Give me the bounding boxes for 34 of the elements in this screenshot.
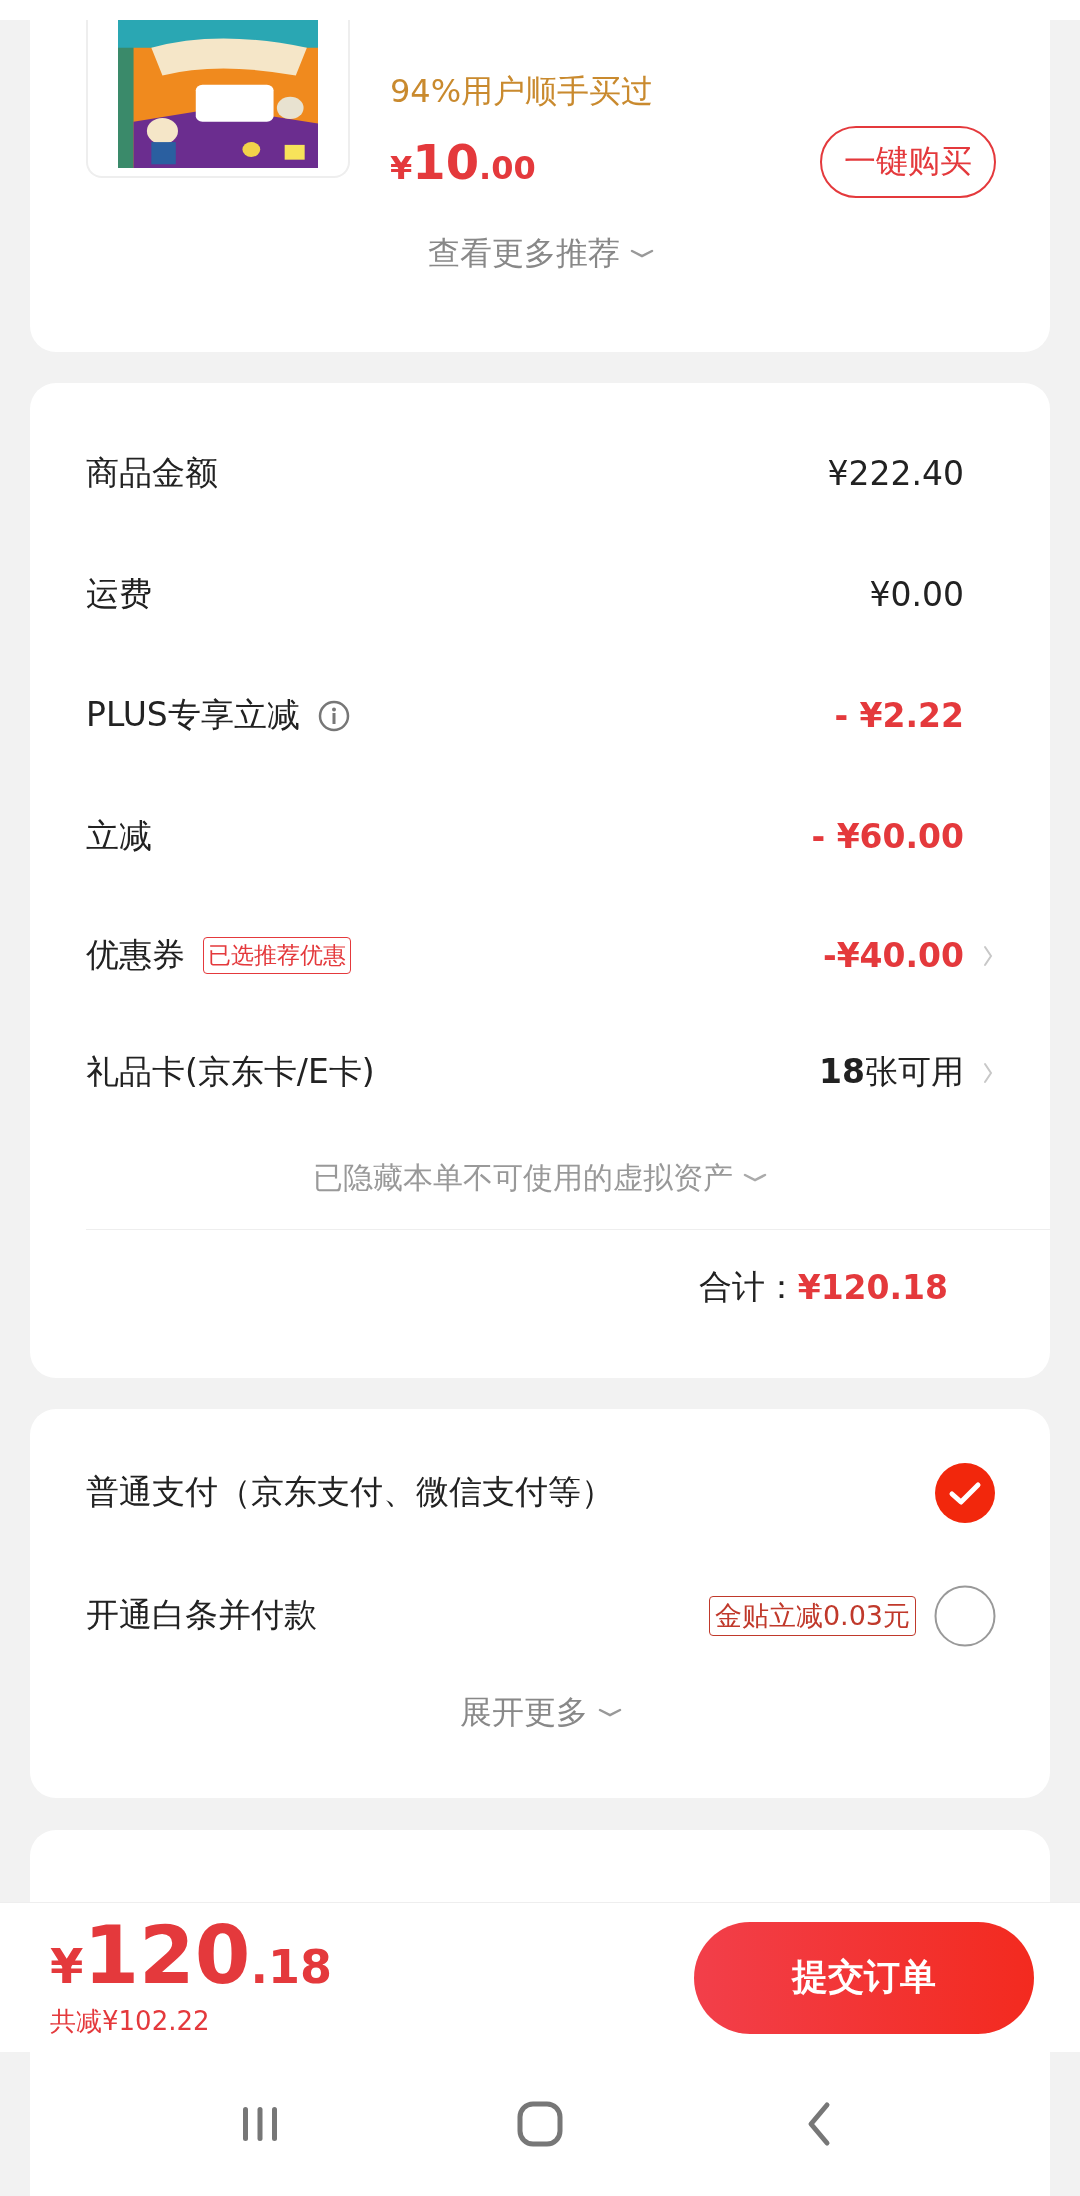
row-label: PLUS专享立减 bbox=[86, 694, 300, 736]
payment-option-label: 普通支付（京东支付、微信支付等） bbox=[86, 1471, 614, 1513]
chevron-down-icon bbox=[743, 1172, 767, 1184]
row-value: 18张可用 bbox=[819, 1051, 964, 1093]
expand-more-link[interactable]: 展开更多 bbox=[86, 1691, 996, 1735]
checked-radio-icon[interactable] bbox=[934, 1461, 996, 1524]
row-value: ¥222.40 bbox=[827, 454, 964, 493]
total-value: ¥120.18 bbox=[797, 1268, 948, 1307]
total-label: 合计： bbox=[698, 1266, 798, 1308]
total-price: ¥120.18 bbox=[50, 1916, 332, 1996]
promo-tag: 金贴立减0.03元 bbox=[708, 1595, 916, 1636]
info-icon[interactable] bbox=[317, 699, 350, 732]
sales-note: 94%用户顺手买过 bbox=[390, 71, 655, 112]
payment-option-label: 开通白条并付款 bbox=[86, 1594, 317, 1636]
row-label: 优惠券 bbox=[86, 934, 185, 976]
coupon-tag: 已选推荐优惠 bbox=[203, 937, 351, 974]
submit-order-button[interactable]: 提交订单 bbox=[694, 1921, 1034, 2034]
home-icon[interactable] bbox=[515, 2099, 565, 2149]
row-value: -¥40.00 bbox=[822, 936, 964, 975]
total-saved: 共减¥102.22 bbox=[50, 2005, 211, 2038]
row-label: 商品金额 bbox=[86, 452, 218, 494]
chevron-down-icon bbox=[598, 1707, 622, 1719]
row-value: - ¥60.00 bbox=[811, 817, 964, 856]
row-label: 礼品卡(京东卡/E卡) bbox=[86, 1051, 375, 1093]
chevron-down-icon bbox=[630, 248, 654, 260]
hidden-assets-link[interactable]: 已隐藏本单不可使用的虚拟资产 bbox=[86, 1133, 1050, 1223]
buy-now-button[interactable]: 一键购买 bbox=[820, 126, 996, 198]
row-value: - ¥2.22 bbox=[834, 696, 964, 735]
radio-icon[interactable] bbox=[934, 1584, 996, 1647]
row-label: 立减 bbox=[86, 815, 152, 857]
product-price: ¥10.00 bbox=[390, 134, 536, 190]
more-recommendations-link[interactable]: 查看更多推荐 bbox=[86, 232, 996, 276]
row-value: ¥0.00 bbox=[869, 575, 964, 614]
row-label: 运费 bbox=[86, 573, 152, 615]
